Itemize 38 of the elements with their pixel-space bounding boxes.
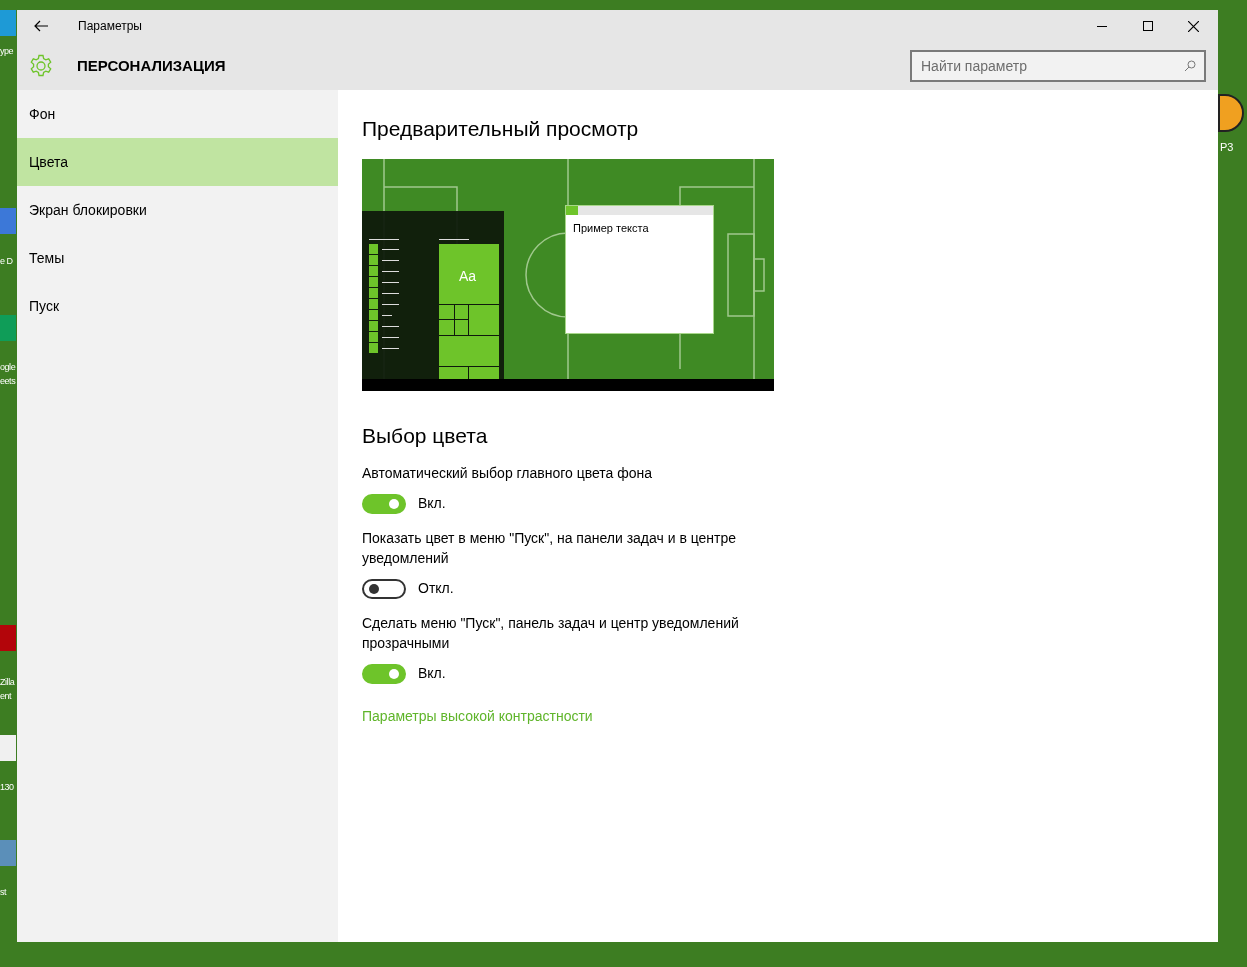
sidebar-item[interactable]: Пуск xyxy=(17,282,338,330)
tile-label: Aa xyxy=(459,267,477,286)
desktop-icon-label: eets xyxy=(0,375,16,388)
sidebar-item[interactable]: Фон xyxy=(17,90,338,138)
desktop-icon-label: e D xyxy=(0,255,13,268)
close-icon[interactable] xyxy=(1188,20,1199,32)
sidebar-item[interactable]: Цвета xyxy=(17,138,338,186)
maximize-icon[interactable] xyxy=(1143,21,1153,31)
minimize-icon[interactable] xyxy=(1097,25,1107,27)
setting-label: Сделать меню "Пуск", панель задач и центр уведомлений прозрачными xyxy=(362,614,740,653)
desktop-icon-label: Zilla xyxy=(0,676,15,689)
desktop-icon-label: ent xyxy=(0,690,13,703)
toggle-state-text: Вкл. xyxy=(418,494,446,513)
toggle-state-text: Откл. xyxy=(418,579,454,598)
toggle-state-text: Вкл. xyxy=(418,664,446,683)
desktop-icon-label: 130 xyxy=(0,781,14,794)
sidebar-item[interactable]: Экран блокировки xyxy=(17,186,338,234)
search-icon[interactable] xyxy=(1184,60,1196,72)
back-icon[interactable] xyxy=(34,20,48,32)
desktop-icon-label: P3 xyxy=(1220,140,1234,154)
sidebar-item[interactable]: Темы xyxy=(17,234,338,282)
desktop-icon-label: st xyxy=(0,886,7,899)
window-title: Параметры xyxy=(78,18,142,35)
toggle-switch[interactable] xyxy=(362,578,406,599)
setting-label: Показать цвет в меню "Пуск", на панели задач и в центре уведомлений xyxy=(362,529,738,568)
desktop-icon[interactable] xyxy=(1218,94,1244,132)
page-header: ПЕРСОНАЛИЗАЦИЯ xyxy=(77,55,226,76)
accent-block xyxy=(566,206,578,215)
desktop-icon-label: ogle xyxy=(0,361,16,374)
section-title: Выбор цвета xyxy=(362,423,488,449)
toggle-switch[interactable] xyxy=(362,493,406,514)
setting-label: Автоматический выбор главного цвета фона xyxy=(362,464,654,483)
settings-icon xyxy=(29,54,53,78)
search-field[interactable]: Найти параметр xyxy=(910,50,1206,82)
section-title: Предварительный просмотр xyxy=(362,116,639,142)
desktop-icon-label: ype xyxy=(0,45,14,58)
toggle-switch[interactable] xyxy=(362,663,406,684)
sample-text: Пример текста xyxy=(573,221,650,236)
